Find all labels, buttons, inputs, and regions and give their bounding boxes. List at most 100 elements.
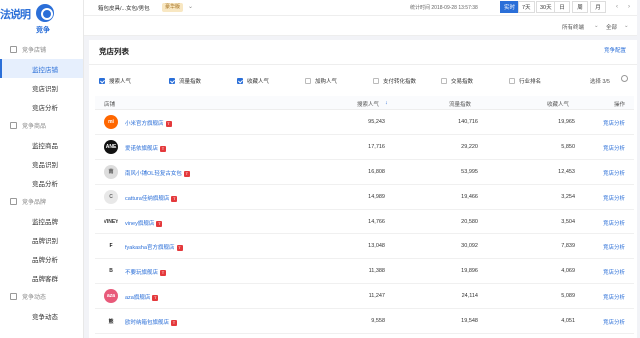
- chevron-left-icon[interactable]: ‹: [612, 1, 622, 13]
- tmall-icon: T: [156, 220, 163, 227]
- shop-name[interactable]: 爱诺依旗舰店: [125, 146, 158, 152]
- metric-option[interactable]: 加购人气: [305, 77, 337, 85]
- checkbox[interactable]: [441, 78, 447, 84]
- favorites-value: 4,069: [561, 268, 575, 275]
- chevron-down-icon[interactable]: ⌄: [594, 23, 599, 29]
- category-breadcrumb[interactable]: 箱包皮具/...女包/男包: [98, 4, 150, 12]
- sidebar-section[interactable]: 竞争店铺: [0, 40, 83, 59]
- checkbox[interactable]: [99, 78, 105, 84]
- chevron-right-icon[interactable]: ›: [624, 1, 634, 13]
- shop-name[interactable]: aza旗舰店: [125, 295, 150, 301]
- shop-name-link[interactable]: viney旗舰店 T: [125, 219, 163, 227]
- checkbox[interactable]: [305, 78, 311, 84]
- table-row: aza aza旗舰店 T 11,247 24,114 5,089 竞店分析: [95, 284, 634, 310]
- period-day[interactable]: 日: [554, 1, 570, 13]
- shop-name-link[interactable]: 欧时纳箱包旗舰店 T: [125, 318, 178, 327]
- shop-name-link[interactable]: 爱诺依旗舰店 T: [125, 144, 167, 152]
- period-week[interactable]: 周: [572, 1, 588, 13]
- scope-select[interactable]: 全部: [606, 23, 617, 31]
- product-icon: [10, 122, 17, 129]
- traffic-index-value: 19,548: [461, 318, 478, 325]
- sidebar-item[interactable]: 监控商品: [0, 135, 83, 154]
- sidebar-item[interactable]: 监控店铺: [0, 59, 83, 78]
- period-30d[interactable]: 30天: [536, 1, 556, 13]
- sidebar-item[interactable]: 品牌分析: [0, 249, 83, 268]
- sidebar-section[interactable]: 竞争品牌: [0, 192, 83, 211]
- analyze-link[interactable]: 竞店分析: [603, 119, 625, 127]
- shop-name[interactable]: 小米官方旗舰店: [125, 121, 164, 127]
- metric-option[interactable]: 支付转化指数: [373, 77, 416, 85]
- column-shop: 店铺: [104, 102, 116, 108]
- shop-name[interactable]: cattura佳纳旗舰店: [125, 196, 169, 202]
- favorites-value: 7,839: [561, 243, 575, 250]
- shop-name-link[interactable]: 南风小铺OL轻复古女包 T: [125, 169, 190, 177]
- metric-option[interactable]: 行业排名: [509, 77, 541, 85]
- sidebar-item[interactable]: 品牌客群: [0, 268, 83, 287]
- metric-label: 行业排名: [519, 79, 542, 85]
- metric-option[interactable]: 收藏人气: [237, 77, 269, 85]
- shop-name-link[interactable]: 不要玩旗舰店 T: [125, 268, 167, 277]
- watermark-text: 法说明: [0, 9, 31, 21]
- column-search-popularity[interactable]: 搜索人气: [357, 100, 379, 108]
- shop-name[interactable]: viney旗舰店: [125, 221, 154, 227]
- column-favorites[interactable]: 收藏人气: [547, 100, 569, 108]
- shop-logo[interactable]: F: [104, 239, 118, 254]
- tmall-icon: T: [183, 170, 190, 177]
- shop-name-link[interactable]: 小米官方旗舰店 T: [125, 119, 172, 127]
- sort-desc-icon[interactable]: ↓: [385, 100, 388, 106]
- analyze-link[interactable]: 竞店分析: [603, 169, 625, 177]
- period-7d[interactable]: 7天: [518, 1, 535, 13]
- brand-name[interactable]: 竞争: [36, 25, 50, 35]
- shop-logo[interactable]: B: [104, 264, 118, 279]
- column-traffic-index[interactable]: 流量指数: [449, 100, 471, 108]
- analyze-link[interactable]: 竞店分析: [603, 144, 625, 152]
- sidebar-item[interactable]: 竞争动态: [0, 306, 83, 325]
- analyze-link[interactable]: 竞店分析: [603, 219, 625, 227]
- shop-name[interactable]: 不要玩旗舰店: [125, 270, 158, 276]
- checkbox[interactable]: [237, 78, 243, 84]
- sidebar-section[interactable]: 竞争动态: [0, 287, 83, 306]
- shop-name[interactable]: 南风小铺OL轻复古女包: [125, 171, 182, 177]
- sidebar-item[interactable]: 监控品牌: [0, 211, 83, 230]
- shop-logo[interactable]: VINEY: [104, 214, 118, 229]
- sidebar-item[interactable]: 竞品识别: [0, 154, 83, 173]
- shop-logo[interactable]: 南: [104, 164, 118, 179]
- metric-option[interactable]: 搜索人气: [99, 77, 131, 85]
- search-popularity-value: 17,716: [368, 143, 385, 150]
- sidebar-section[interactable]: 竞争商品: [0, 116, 83, 135]
- analyze-link[interactable]: 竞店分析: [603, 318, 625, 326]
- analyze-link[interactable]: 竞店分析: [603, 268, 625, 276]
- checkbox[interactable]: [509, 78, 515, 84]
- traffic-index-value: 140,716: [458, 119, 478, 125]
- analyze-link[interactable]: 竞店分析: [603, 194, 625, 202]
- checkbox[interactable]: [373, 78, 379, 84]
- shop-logo[interactable]: C: [104, 189, 118, 204]
- sidebar-item[interactable]: 品牌识别: [0, 230, 83, 249]
- metric-option[interactable]: 流量指数: [169, 77, 201, 85]
- shop-logo[interactable]: mi: [104, 115, 118, 129]
- tmall-icon: T: [176, 245, 183, 252]
- reset-icon[interactable]: [621, 75, 628, 82]
- shop-name[interactable]: 欧时纳箱包旗舰店: [125, 320, 169, 326]
- terminal-select[interactable]: 所有终端: [562, 23, 584, 31]
- shop-name-link[interactable]: cattura佳纳旗舰店 T: [125, 194, 178, 202]
- shop-name-link[interactable]: aza旗舰店 T: [125, 293, 159, 302]
- shop-logo[interactable]: ANE: [104, 139, 118, 154]
- period-realtime[interactable]: 实时: [500, 1, 520, 13]
- chevron-down-icon[interactable]: ⌄: [188, 3, 193, 10]
- chevron-down-icon[interactable]: ⌄: [624, 23, 629, 29]
- analyze-link[interactable]: 竞店分析: [603, 293, 625, 301]
- shop-logo[interactable]: aza: [104, 289, 118, 304]
- sidebar-section-label: 竞争品牌: [22, 200, 47, 206]
- analyze-link[interactable]: 竞店分析: [603, 243, 625, 251]
- shop-logo[interactable]: 熊: [104, 314, 118, 329]
- shop-name[interactable]: fyakasha官方旗舰店: [125, 245, 175, 251]
- config-link[interactable]: 竞争配置: [604, 46, 626, 54]
- sidebar-item[interactable]: 竞店识别: [0, 78, 83, 97]
- period-month[interactable]: 月: [590, 1, 606, 13]
- sidebar-item[interactable]: 竞店分析: [0, 97, 83, 116]
- sidebar-item[interactable]: 竞品分析: [0, 173, 83, 192]
- metric-option[interactable]: 交易指数: [441, 77, 473, 85]
- checkbox[interactable]: [169, 78, 175, 84]
- shop-name-link[interactable]: fyakasha官方旗舰店 T: [125, 243, 183, 252]
